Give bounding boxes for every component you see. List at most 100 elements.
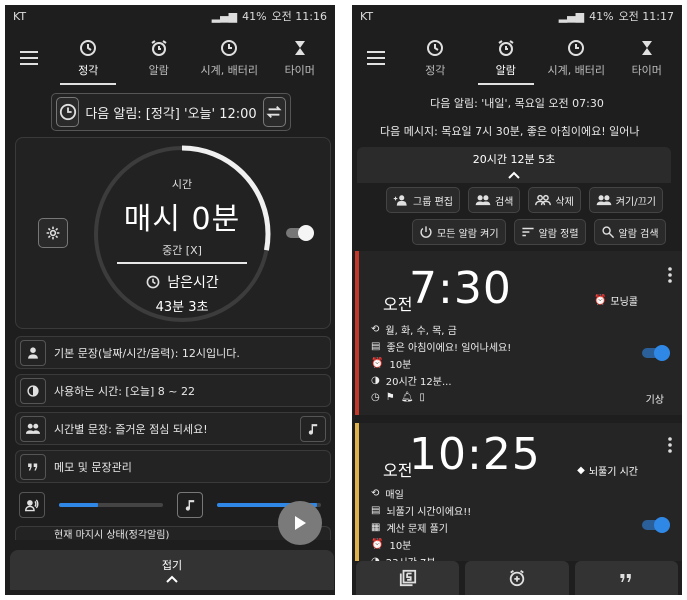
alarm-message: ▤ 뇌풀기 시간이에요!!	[371, 502, 471, 519]
group-add-icon	[393, 195, 407, 206]
voice-icon	[20, 527, 46, 540]
dial-content[interactable]: 시간 매시 0분 중간 [X] 남은시간 43분 3초	[88, 140, 276, 328]
clock-icon	[568, 40, 585, 56]
clock-icon	[221, 40, 238, 56]
menu-icon[interactable]	[352, 34, 400, 82]
collapse-label: 접기	[161, 559, 183, 572]
dial-label: 시간	[171, 178, 193, 191]
hourglass-icon	[294, 41, 305, 55]
hourly-dial-card: 시간 매시 0분 중간 [X] 남은시간 43분 3초	[15, 137, 331, 329]
alarm-card[interactable]: 오전 10:25 ◆ 뇌풀기 시간 ⟲ 매일 ▤ 뇌풀기 시간이에요!! ▦ 계산 문…	[355, 423, 682, 569]
tab-timer[interactable]: 타이머	[265, 27, 336, 89]
search-icon	[601, 226, 614, 239]
top-nav: 정각 알람 시계, 배터리 타이머	[352, 27, 682, 89]
hourly-toggle[interactable]	[284, 225, 314, 241]
search-group-button[interactable]: 검색	[467, 187, 521, 213]
flag-icon: ⚑	[385, 392, 395, 403]
music-note-icon[interactable]	[300, 415, 326, 442]
remain-value: 43분 3초	[155, 300, 209, 315]
toggle-group-button[interactable]: 켜기/끄기	[588, 187, 663, 213]
enable-all-button[interactable]: 모든 알람 켜기	[412, 219, 506, 245]
alarm-toggle[interactable]	[640, 345, 670, 361]
tab-label: 시계, 배터리	[200, 64, 259, 77]
tab-hourly[interactable]: 정각	[53, 27, 124, 89]
filter-5-icon	[399, 569, 416, 587]
basic-sentence-row[interactable]: 기본 문장(날짜/시간/음력): 12시입니다.	[15, 336, 331, 369]
tab-alarm[interactable]: 알람	[471, 27, 542, 89]
sort-alarm-button[interactable]: 알람 정렬	[513, 219, 586, 245]
search-alarm-button[interactable]: 알람 검색	[593, 219, 666, 245]
tag-label: 기상	[645, 395, 664, 406]
snooze-icon: ⏰	[371, 539, 384, 550]
row-label: 사용하는 시간: [오늘] 8 ~ 22	[54, 384, 195, 398]
remain-bar[interactable]: 20시간 12분 5초	[357, 147, 671, 183]
dial-main-time: 매시 0분	[123, 202, 241, 237]
clock-icon: ◷	[371, 392, 380, 403]
group-edit-button[interactable]: 그룹 편집	[386, 187, 460, 213]
signal-icon: ▂▄▆	[558, 9, 585, 23]
repeat-icon: ⟲	[371, 488, 380, 499]
tab-label: 타이머	[631, 64, 662, 77]
time-range-icon: ◑	[371, 375, 380, 386]
tab-label: 시계, 배터리	[547, 64, 606, 77]
chip-label: 그룹 편집	[413, 196, 453, 208]
voice-icon	[19, 491, 45, 518]
calc-icon: ▦	[371, 522, 381, 533]
play-icon	[295, 516, 306, 530]
chevron-up-icon	[508, 171, 520, 179]
snooze-icon: ⏰	[371, 358, 384, 369]
next-alarm-text: 다음 알림: [정각] '오늘' 12:00	[85, 106, 257, 122]
tab-label: 정각	[78, 64, 99, 77]
quote-icon	[20, 453, 46, 480]
alarm-time: 7:30	[409, 263, 512, 314]
alarm-card[interactable]: 오전 7:30 ⏰ 모닝콜 ⟲ 월, 화, 수, 목, 금 ▤ 좋은 아침이에요! …	[355, 251, 682, 415]
more-vert-icon[interactable]	[668, 267, 672, 283]
sort-icon	[521, 227, 534, 237]
voice-volume-slider[interactable]	[59, 502, 163, 507]
alarm-list-button[interactable]	[356, 561, 460, 595]
battery-level: 41%	[589, 9, 614, 23]
menu-icon[interactable]	[5, 34, 53, 82]
dial-sub: 중간 [X]	[162, 244, 202, 257]
hourly-sentence-row[interactable]: 시간별 문장: 즐거운 점심 되세요!	[15, 412, 331, 445]
row-label: 시간별 문장: 즐거운 점심 되세요!	[54, 422, 208, 436]
alarm-time: 10:25	[409, 429, 541, 480]
power-icon	[420, 226, 432, 238]
clock-time: 오전 11:17	[618, 10, 674, 23]
left-screen: KT ▂▄▆ 41% 오전 11:16 정각 알람 시계, 배터리 타이머 다음…	[5, 5, 335, 595]
alarm-toggle[interactable]	[640, 517, 670, 533]
more-vert-icon[interactable]	[668, 437, 672, 453]
tab-timer[interactable]: 타이머	[612, 27, 683, 89]
status-bar: KT ▂▄▆ 41% 오전 11:17	[352, 5, 682, 27]
remaining-text: 20시간 12분...	[385, 377, 452, 388]
music-note-icon[interactable]	[177, 491, 203, 518]
sentence-button[interactable]	[574, 561, 678, 595]
message-text: 뇌풀기 시간이에요!!	[386, 507, 472, 518]
chip-label: 알람 정렬	[538, 228, 579, 240]
chip-label: 삭제	[555, 196, 574, 208]
alarm-clock-icon: ⏰	[593, 295, 607, 306]
top-nav: 정각 알람 시계, 배터리 타이머	[5, 27, 335, 89]
repeat-days: ⟲ 월, 화, 수, 목, 금	[371, 321, 511, 338]
tab-alarm[interactable]: 알람	[124, 27, 195, 89]
tab-clock-battery[interactable]: 시계, 배터리	[194, 27, 265, 89]
tab-label: 정각	[425, 64, 446, 77]
play-button[interactable]	[278, 501, 322, 545]
battery-level: 41%	[242, 9, 267, 23]
message-icon: ▤	[371, 505, 381, 516]
add-alarm-button[interactable]	[465, 561, 569, 595]
carrier-label: KT	[13, 9, 27, 23]
bottom-toolbar	[352, 561, 682, 595]
tab-clock-battery[interactable]: 시계, 배터리	[541, 27, 612, 89]
delete-group-button[interactable]: 삭제	[528, 187, 581, 213]
tab-hourly[interactable]: 정각	[400, 27, 471, 89]
row-label: 기본 문장(날짜/시간/음력): 12시입니다.	[54, 346, 240, 360]
use-time-row[interactable]: 사용하는 시간: [오늘] 8 ~ 22	[15, 374, 331, 407]
extra-text: 계산 문제 풀기	[386, 524, 449, 535]
swap-icon[interactable]	[262, 97, 286, 127]
quote-icon	[620, 574, 632, 582]
memo-row[interactable]: 메모 및 문장관리	[15, 450, 331, 483]
clock-icon[interactable]	[56, 97, 80, 127]
collapse-button[interactable]: 접기	[10, 550, 334, 590]
gear-icon[interactable]	[38, 218, 68, 248]
